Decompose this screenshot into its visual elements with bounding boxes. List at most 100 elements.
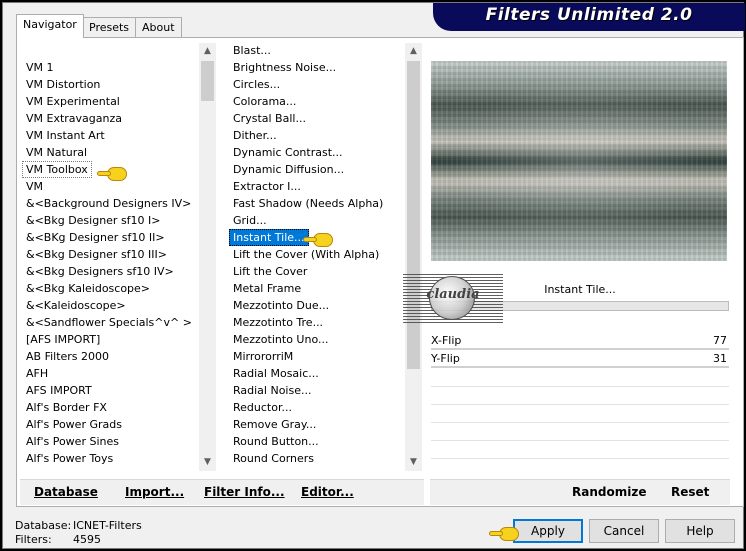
category-list-item-label: [AFS IMPORT] (26, 333, 101, 346)
category-list-item-label: &<BKg Designer sf10 II> (26, 231, 165, 244)
filter-list-item[interactable]: MirrororriM (229, 348, 404, 365)
filter-list-item[interactable]: Round Button... (229, 433, 404, 450)
filter-list-item[interactable]: Extractor I... (229, 178, 404, 195)
filter-list-item[interactable]: Blast... (229, 42, 404, 59)
filter-list-item-label: Lift the Cover (233, 265, 308, 278)
app-title: Filters Unlimited 2.0 (485, 5, 693, 25)
category-list-item[interactable]: VM Distortion (22, 76, 199, 93)
filter-list-item[interactable]: Mezzotinto Due... (229, 297, 404, 314)
category-list-item[interactable]: &<BKg Designer sf10 II> (22, 229, 199, 246)
category-list-item[interactable]: AB Filters 2000 (22, 348, 199, 365)
category-list-item[interactable]: Alf's Power Sines (22, 433, 199, 450)
filter-list-item[interactable]: Circles... (229, 76, 404, 93)
pointer-hand-icon (97, 167, 127, 181)
category-list-item[interactable]: VM 1 (22, 59, 199, 76)
watermark-text: claudia (426, 287, 480, 302)
editor-button[interactable]: Editor... (301, 485, 354, 499)
filter-list-item-label: Mezzotinto Uno... (233, 333, 329, 346)
category-list-item-label: &<Kaleidoscope> (26, 299, 126, 312)
filter-list-item[interactable]: Lift the Cover (With Alpha) (229, 246, 404, 263)
category-list-item[interactable]: Alf's Power Toys (22, 450, 199, 467)
category-list-item[interactable]: VM Experimental (22, 93, 199, 110)
category-list-item-label: Alf's Power Sines (26, 435, 119, 448)
help-button[interactable]: Help (665, 519, 735, 543)
filter-list-item[interactable]: Grid... (229, 212, 404, 229)
preview-image (431, 61, 727, 261)
category-list-item[interactable]: VM Instant Art (22, 127, 199, 144)
pointer-hand-icon (303, 233, 333, 247)
tab-about[interactable]: About (135, 17, 182, 37)
status-value: 4595 (73, 533, 101, 546)
filter-list-item[interactable]: Crystal Ball... (229, 110, 404, 127)
filter-info-button[interactable]: Filter Info... (204, 485, 285, 499)
filter-list-item-label: Grid... (233, 214, 267, 227)
filter-list-item[interactable]: Brightness Noise... (229, 59, 404, 76)
filter-list-item-label: Round Corners (233, 452, 315, 465)
filter-list-item[interactable]: Mezzotinto Tre... (229, 314, 404, 331)
filter-list-item[interactable]: Dither... (229, 127, 404, 144)
scroll-up-icon[interactable]: ▲ (405, 43, 422, 60)
filter-list-item-label: Radial Noise... (233, 384, 312, 397)
reset-button[interactable]: Reset (671, 485, 709, 499)
filter-list-item-label: Radial Mosaic... (233, 367, 319, 380)
category-list-item[interactable]: &<Bkg Designer sf10 I> (22, 212, 199, 229)
category-list-item[interactable]: &<Kaleidoscope> (22, 297, 199, 314)
status-value: ICNET-Filters (73, 519, 142, 532)
filter-link-bar: Randomize Reset (430, 479, 730, 505)
filter-list-item[interactable]: Dynamic Diffusion... (229, 161, 404, 178)
filter-list-item-label: Dither... (233, 129, 277, 142)
category-list-item[interactable]: &<Bkg Kaleidoscope> (22, 280, 199, 297)
category-list-item-label: VM Experimental (26, 95, 120, 108)
category-list-item[interactable]: VM Natural (22, 144, 199, 161)
filter-list-item[interactable]: Metal Frame (229, 280, 404, 297)
category-scrollbar[interactable]: ▲ ▼ (199, 43, 216, 471)
randomize-button[interactable]: Randomize (572, 485, 646, 499)
tab-navigator[interactable]: Navigator (16, 14, 84, 38)
scroll-up-icon[interactable]: ▲ (199, 43, 216, 60)
filter-list-item[interactable]: Dynamic Contrast... (229, 144, 404, 161)
scroll-down-icon[interactable]: ▼ (405, 454, 422, 471)
status-database: Database: ICNET-Filters (15, 519, 142, 532)
param-slider[interactable] (431, 366, 729, 368)
filter-list-item-label: Reductor... (233, 401, 292, 414)
category-list-item[interactable]: [AFS IMPORT] (22, 331, 199, 348)
category-list-item[interactable]: Alf's Power Grads (22, 416, 199, 433)
filter-list-item[interactable]: Remove Gray... (229, 416, 404, 433)
filter-list-item-label: Dynamic Diffusion... (233, 163, 345, 176)
param-row-y-flip[interactable]: Y-Flip 31 (431, 350, 729, 368)
filter-list-item-label: Metal Frame (233, 282, 302, 295)
filter-list-item-label: Lift the Cover (With Alpha) (233, 248, 380, 261)
status-filters: Filters: 4595 (15, 533, 101, 546)
filter-list-item[interactable]: Reductor... (229, 399, 404, 416)
category-list-item[interactable]: VM Extravaganza (22, 110, 199, 127)
cancel-button[interactable]: Cancel (589, 519, 659, 543)
filter-list-item[interactable]: Radial Mosaic... (229, 365, 404, 382)
category-list-item[interactable]: &<Background Designers IV> (22, 195, 199, 212)
database-button[interactable]: Database (34, 485, 98, 499)
category-list-item[interactable]: &<Bkg Designer sf10 III> (22, 246, 199, 263)
tab-presets[interactable]: Presets (82, 17, 137, 37)
scroll-down-icon[interactable]: ▼ (199, 454, 216, 471)
category-list[interactable]: VM 1 VM Distortion VM Experimental VM Extra… (22, 59, 199, 467)
category-list-item[interactable]: AFH (22, 365, 199, 382)
apply-button[interactable]: Apply (513, 519, 583, 543)
category-list-item[interactable]: &<Sandflower Specials^v^ > (22, 314, 199, 331)
filter-list-item[interactable]: Mezzotinto Uno... (229, 331, 404, 348)
category-list-item[interactable]: AFS IMPORT (22, 382, 199, 399)
navigator-link-bar: Database Import... Filter Info... Editor… (20, 479, 424, 505)
filter-list-item-label: Mezzotinto Tre... (233, 316, 324, 329)
filter-scrollbar[interactable]: ▲ ▼ (405, 43, 422, 471)
import-button[interactable]: Import... (125, 485, 184, 499)
category-list-item[interactable]: Alf's Border FX (22, 399, 199, 416)
filter-list[interactable]: Blast... Brightness Noise... Circles... Col… (229, 42, 404, 470)
filter-list-item[interactable]: Colorama... (229, 93, 404, 110)
param-row-x-flip[interactable]: X-Flip 77 (431, 332, 729, 350)
filter-list-item[interactable]: Lift the Cover (229, 263, 404, 280)
filter-list-item[interactable]: Round Corners (229, 450, 404, 467)
filter-list-item[interactable]: Fast Shadow (Needs Alpha) (229, 195, 404, 212)
category-scroll-thumb[interactable] (201, 61, 214, 101)
filter-list-item[interactable]: Radial Noise... (229, 382, 404, 399)
category-list-item[interactable]: &<Bkg Designers sf10 IV> (22, 263, 199, 280)
param-row-empty (431, 404, 729, 405)
category-list-item-label: VM Instant Art (26, 129, 105, 142)
